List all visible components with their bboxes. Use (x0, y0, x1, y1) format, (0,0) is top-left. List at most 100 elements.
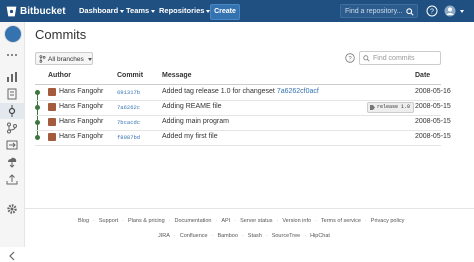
table-row: Hans Fangohr 7a6262c Adding REAME file r… (35, 100, 451, 116)
svg-text:?: ? (348, 56, 352, 62)
footer-separator: · (276, 218, 279, 224)
commit-message: Adding main program (162, 118, 229, 125)
bitbucket-logo[interactable]: Bitbucket (5, 3, 66, 19)
nav-repositories-label: Repositories (159, 6, 205, 15)
overview-icon[interactable] (6, 71, 18, 83)
brand-name: Bitbucket (20, 5, 66, 17)
nav-dashboard[interactable]: Dashboard (79, 0, 125, 22)
footer-link-stash[interactable]: Stash (248, 233, 262, 239)
author-name: Hans Fangohr (59, 103, 104, 110)
commit-graph-node (35, 135, 40, 140)
commit-date: 2008-05-15 (415, 103, 451, 110)
commit-hash-link[interactable]: f8087bd (117, 134, 140, 141)
repository-avatar[interactable] (4, 25, 22, 43)
branch-filter-dropdown[interactable]: All branches (35, 52, 93, 65)
author-name: Hans Fangohr (59, 118, 104, 125)
author-name: Hans Fangohr (59, 133, 104, 140)
commit-message: Added tag release 1.0 for changeset 7a62… (162, 88, 319, 95)
page-title: Commits (35, 27, 87, 42)
footer-separator: · (173, 233, 176, 239)
footer-separator: · (234, 218, 237, 224)
changeset-link[interactable]: 7a6262cf0acf (277, 88, 319, 95)
footer-link-plans[interactable]: Plans & pricing (128, 218, 165, 224)
footer-link-api[interactable]: API (221, 218, 230, 224)
branches-icon[interactable] (6, 122, 18, 134)
repository-sidebar (0, 22, 25, 261)
footer-products: JIRA · Confluence · Bamboo · Stash · SourceTree ·… (158, 233, 330, 239)
footer-link-server-status[interactable]: Server status (240, 218, 272, 224)
nav-teams[interactable]: Teams (126, 0, 156, 22)
more-icon[interactable] (6, 49, 18, 61)
footer-separator: · (241, 233, 244, 239)
find-commits-input[interactable]: Find commits (359, 51, 441, 65)
create-button[interactable]: Create (210, 4, 240, 20)
footer-link-confluence[interactable]: Confluence (180, 233, 208, 239)
footer-separator: · (265, 233, 268, 239)
footer-link-support[interactable]: Support (99, 218, 118, 224)
footer-link-blog[interactable]: Blog (78, 218, 89, 224)
upload-icon[interactable] (6, 173, 18, 185)
footer-link-version-info[interactable]: Version info (282, 218, 311, 224)
footer-link-bamboo[interactable]: Bamboo (217, 233, 238, 239)
commit-message: Added my first file (162, 133, 218, 140)
nav-dashboard-label: Dashboard (79, 6, 119, 15)
pull-requests-icon[interactable] (6, 139, 18, 151)
commit-hash-link[interactable]: 7bcacdc (117, 119, 140, 126)
footer-separator: · (215, 218, 218, 224)
source-icon[interactable] (6, 88, 18, 100)
help-icon[interactable]: ? (426, 5, 438, 17)
user-avatar-icon[interactable] (444, 5, 456, 17)
tag-label: release 1.0 (377, 104, 411, 110)
svg-text:?: ? (430, 9, 434, 16)
footer-link-terms[interactable]: Terms of service (321, 218, 361, 224)
commit-graph-node (35, 105, 40, 110)
search-placeholder: Find a repository... (345, 8, 403, 15)
bitbucket-icon (6, 6, 17, 16)
footer-link-jira[interactable]: JIRA (158, 233, 170, 239)
tag-icon (370, 105, 375, 110)
search-icon (406, 8, 414, 16)
footer-link-hipchat[interactable]: HipChat (310, 233, 330, 239)
avatar (48, 133, 56, 141)
commit-hash-link[interactable]: 7a6262c (117, 104, 140, 111)
search-icon (363, 55, 370, 62)
commit-message-text: Added tag release 1.0 for changeset (162, 88, 277, 95)
footer-link-privacy[interactable]: Privacy policy (371, 218, 405, 224)
table-row: Hans Fangohr 691317b Added tag release 1… (35, 85, 451, 101)
footer-separator: · (122, 218, 124, 224)
chevron-down-icon[interactable] (460, 10, 464, 13)
footer-separator: · (211, 233, 214, 239)
chevron-down-icon (87, 57, 92, 61)
tag-badge[interactable]: release 1.0 (367, 102, 415, 113)
commit-date: 2008-05-16 (415, 88, 451, 95)
collapse-sidebar-icon[interactable] (6, 250, 18, 262)
commits-table-header: Author Commit Message Date (35, 70, 441, 85)
repository-search-input[interactable]: Find a repository... (340, 4, 418, 18)
downloads-icon[interactable] (6, 156, 18, 168)
gear-icon[interactable] (6, 203, 18, 215)
branch-icon (39, 55, 46, 63)
help-icon[interactable]: ? (345, 53, 355, 63)
footer-link-sourcetree[interactable]: SourceTree (272, 233, 301, 239)
commit-date: 2008-05-15 (415, 133, 451, 140)
commits-icon[interactable] (6, 105, 18, 117)
avatar (48, 88, 56, 96)
footer-separator: · (168, 218, 171, 224)
chevron-down-icon (120, 9, 125, 13)
branch-filter-label: All branches (48, 56, 84, 63)
footer-separator: · (315, 218, 317, 224)
chevron-down-icon (151, 9, 156, 13)
nav-repositories[interactable]: Repositories (159, 0, 211, 22)
column-author: Author (48, 72, 71, 79)
commit-graph-node (35, 120, 40, 125)
column-commit: Commit (117, 72, 144, 79)
avatar (48, 118, 56, 126)
column-date: Date (415, 72, 431, 79)
nav-teams-label: Teams (126, 6, 150, 15)
avatar (48, 103, 56, 111)
column-message: Message (162, 72, 192, 79)
commit-date: 2008-05-15 (415, 118, 451, 125)
footer-separator: · (364, 218, 367, 224)
footer-link-documentation[interactable]: Documentation (175, 218, 212, 224)
commit-hash-link[interactable]: 691317b (117, 89, 140, 96)
